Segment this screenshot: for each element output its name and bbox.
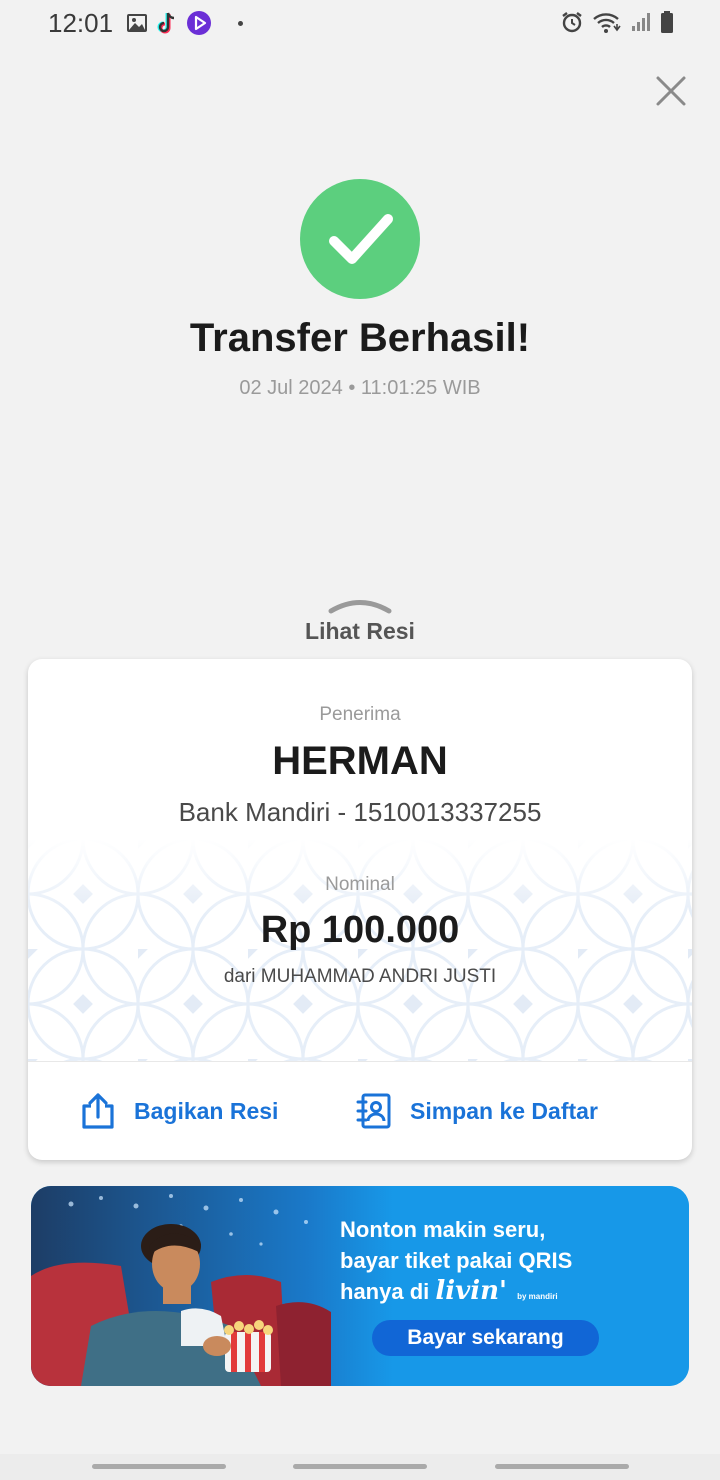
nav-home-button[interactable] — [293, 1464, 427, 1469]
card-divider — [28, 1061, 692, 1062]
promo-line-3-wrap: hanya di livin' by mandiri — [340, 1276, 680, 1312]
view-receipt-toggle[interactable]: Lihat Resi — [260, 596, 460, 648]
nav-back-button[interactable] — [495, 1464, 629, 1469]
status-bar: 12:01 — [0, 0, 720, 46]
wifi-icon — [593, 13, 621, 33]
checkmark-icon — [329, 214, 393, 264]
save-to-list-label: Simpan ke Daftar — [410, 1097, 598, 1124]
amount-label: Nominal — [325, 874, 395, 895]
share-receipt-button[interactable]: Bagikan Resi — [80, 1091, 278, 1131]
promo-line-3: hanya di — [340, 1279, 430, 1304]
chevron-up-icon — [328, 600, 392, 614]
pay-now-button[interactable]: Bayar sekarang — [372, 1320, 599, 1356]
status-time: 12:01 — [48, 8, 114, 38]
page-title: Transfer Berhasil! — [189, 316, 531, 360]
video-player-icon — [187, 11, 211, 35]
promo-banner[interactable]: Nonton makin seru, bayar tiket pakai QRI… — [31, 1186, 689, 1386]
alarm-icon — [562, 12, 582, 33]
signal-icon — [632, 13, 650, 31]
gallery-icon — [127, 14, 147, 32]
view-receipt-label: Lihat Resi — [305, 618, 415, 644]
recipient-name: HERMAN — [272, 739, 448, 783]
livin-logo: livin' — [435, 1276, 507, 1306]
transfer-datetime: 02 Jul 2024 • 11:01:25 WIB — [239, 377, 481, 399]
share-icon — [82, 1093, 114, 1129]
save-to-list-button[interactable]: Simpan ke Daftar — [356, 1091, 598, 1131]
tiktok-icon — [157, 12, 175, 34]
close-icon — [656, 76, 686, 106]
close-button[interactable] — [652, 72, 690, 110]
promo-line-1: Nonton makin seru, — [340, 1217, 546, 1242]
promo-headline: Nonton makin seru, bayar tiket pakai QRI… — [340, 1214, 680, 1312]
more-notifications-dot — [238, 20, 243, 26]
recipient-label: Penerima — [319, 704, 401, 725]
battery-icon — [661, 11, 673, 33]
contact-list-icon — [356, 1093, 391, 1129]
promo-line-2: bayar tiket pakai QRIS — [340, 1248, 573, 1273]
notification-icons — [126, 10, 243, 36]
receipt-card: Penerima HERMAN Bank Mandiri - 151001333… — [28, 659, 692, 1160]
system-nav-bar — [0, 1454, 720, 1480]
transfer-amount: Rp 100.000 — [260, 909, 460, 951]
sender-name: dari MUHAMMAD ANDRI JUSTI — [223, 966, 497, 987]
success-badge — [300, 179, 420, 299]
recipient-account: Bank Mandiri - 1510013337255 — [178, 797, 542, 827]
livin-logo-sub: by mandiri — [517, 1292, 558, 1301]
system-icons — [560, 10, 674, 34]
share-receipt-label: Bagikan Resi — [134, 1097, 279, 1124]
nav-recents-button[interactable] — [92, 1464, 226, 1469]
